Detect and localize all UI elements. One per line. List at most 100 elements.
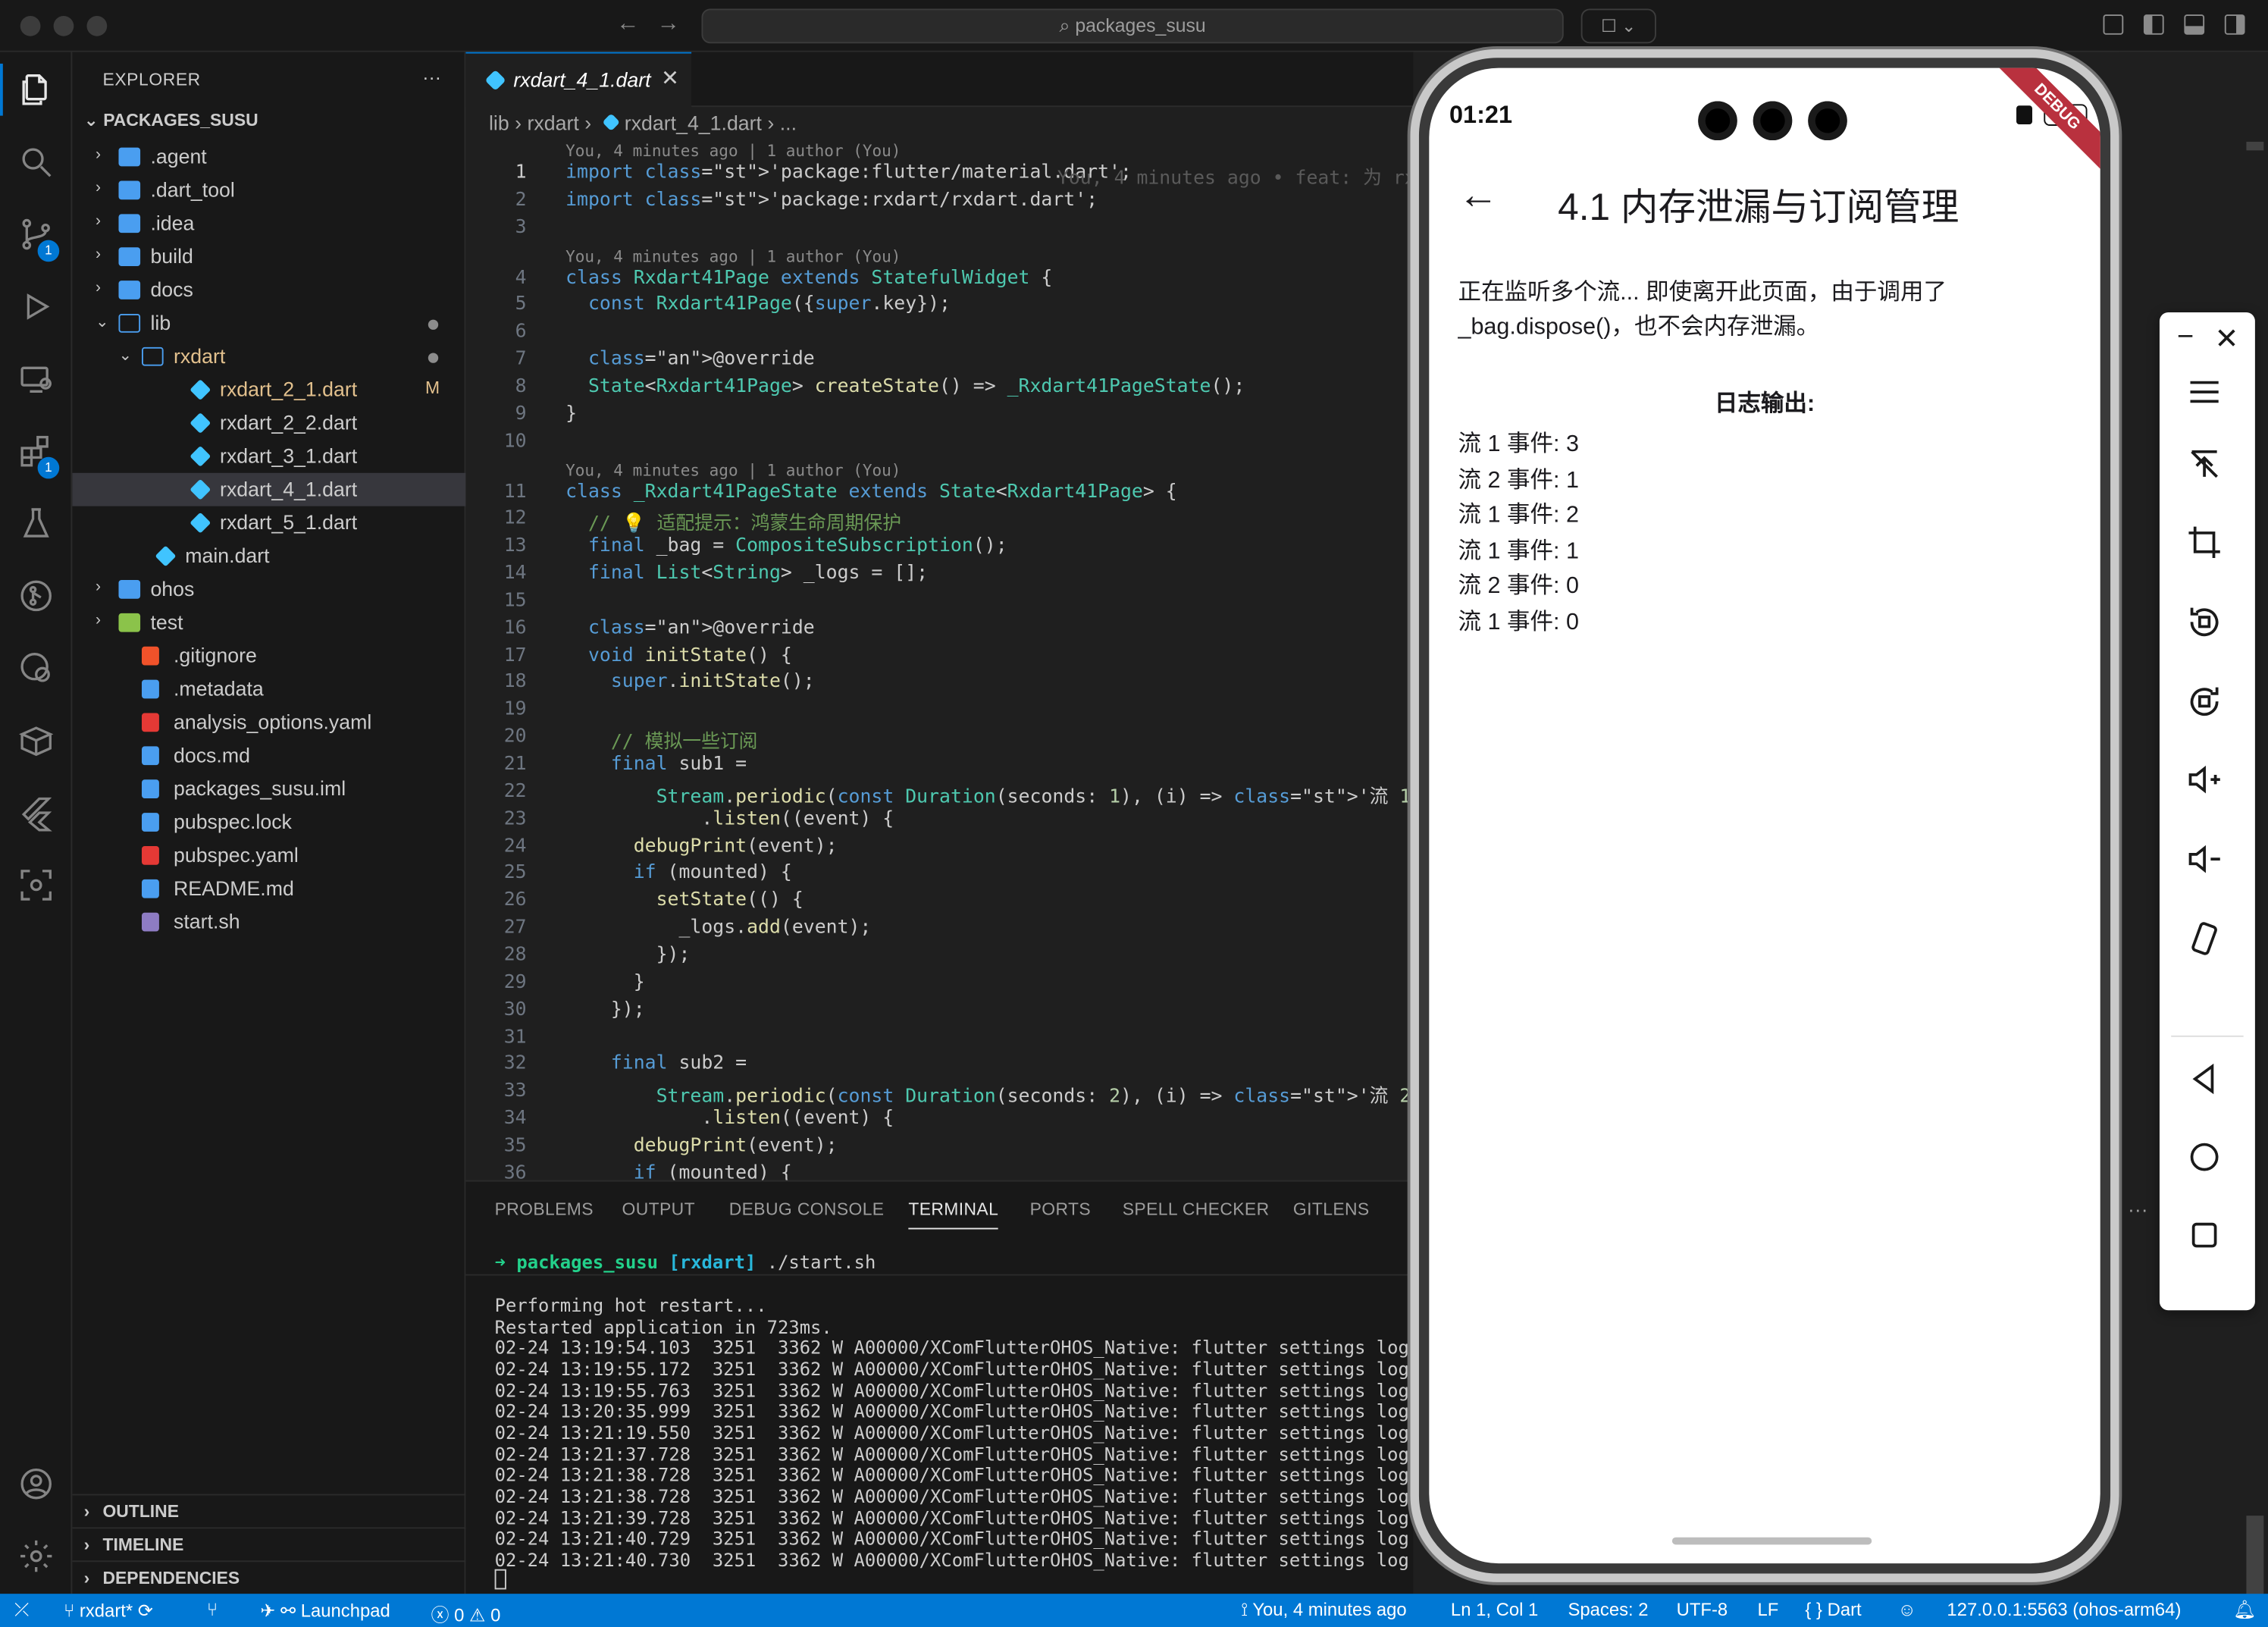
shake-button[interactable] [2185, 920, 2223, 958]
panel-tab-terminal[interactable]: TERMINAL [908, 1199, 999, 1230]
tree-item[interactable]: rxdart_3_1.dart [72, 440, 465, 473]
gitlens-inspect-activity[interactable] [0, 634, 72, 704]
gitlens-activity[interactable] [0, 561, 72, 631]
breadcrumb-rxdart[interactable]: rxdart [527, 111, 578, 135]
nav-back-button[interactable] [2185, 1060, 2223, 1098]
tree-item[interactable]: rxdart_2_2.dart [72, 406, 465, 440]
panel-tab-spell-checker[interactable]: SPELL CHECKER [1123, 1199, 1270, 1219]
rotate-left-button[interactable] [2185, 603, 2223, 641]
eol[interactable]: LF [1757, 1600, 1778, 1620]
branch-indicator[interactable]: ⑂ rxdart* ⟳ [64, 1600, 153, 1622]
panel-scrollbar-thumb[interactable] [2246, 1516, 2264, 1597]
codelens-blame[interactable]: You, 4 minutes ago | 1 author (You) [565, 461, 901, 480]
tree-item[interactable]: .metadata [72, 672, 465, 706]
tree-item[interactable]: rxdart_4_1.dart [72, 472, 466, 506]
close-icon[interactable]: ✕ [2214, 321, 2238, 357]
panel-tab-problems[interactable]: PROBLEMS [495, 1199, 594, 1219]
tree-item[interactable]: ⌄ lib [72, 306, 465, 340]
panel-tab-debug-console[interactable]: DEBUG CONSOLE [729, 1199, 885, 1219]
problems-indicator[interactable]: ⓧ 0 ⚠ 0 [431, 1600, 501, 1627]
encoding[interactable]: UTF-8 [1677, 1600, 1728, 1620]
more-actions-button[interactable]: ··· [422, 67, 441, 89]
copilot-chat-button[interactable]: ☐ ⌄ [1580, 8, 1656, 44]
remote-explorer-activity[interactable] [0, 344, 72, 414]
tree-item[interactable]: › test [72, 606, 465, 639]
run-debug-activity[interactable] [0, 272, 72, 342]
git-blame-item[interactable]: ⟟ You, 4 minutes ago [1241, 1600, 1406, 1622]
home-indicator[interactable] [1671, 1537, 1872, 1545]
command-center-search[interactable]: ⌕ packages_susu [701, 8, 1564, 44]
tree-item[interactable]: main.dart [72, 540, 465, 573]
tree-item[interactable]: ⌄ rxdart [72, 340, 465, 373]
breadcrumb-file[interactable]: rxdart_4_1.dart [625, 111, 762, 135]
panel-tab-ports[interactable]: PORTS [1030, 1199, 1091, 1219]
tree-item[interactable]: docs.md [72, 739, 465, 773]
code-editor[interactable]: You, 4 minutes ago | 1 author (You) 1 impo… [465, 139, 1414, 1180]
device-selector[interactable]: 127.0.0.1:5563 (ohos-arm64) [1947, 1600, 2181, 1620]
forward-arrow-icon[interactable]: → [656, 11, 680, 37]
codelens-blame[interactable]: You, 4 minutes ago | 1 author (You) [565, 142, 901, 161]
tab-rxdart-4-1[interactable]: rxdart_4_1.dart ✕ [465, 52, 692, 108]
launchpad-item[interactable]: ✈ ⚯ Launchpad [260, 1600, 390, 1622]
tree-item[interactable]: rxdart_2_1.dart M [72, 373, 465, 406]
tree-item[interactable]: start.sh [72, 905, 465, 939]
back-arrow-icon[interactable]: ← [616, 11, 640, 37]
rotate-right-button[interactable] [2185, 682, 2223, 720]
indentation[interactable]: Spaces: 2 [1568, 1600, 1648, 1620]
toggle-secondary-sidebar-icon[interactable] [2224, 14, 2245, 35]
layout-customize-icon[interactable] [2103, 14, 2124, 35]
toggle-panel-icon[interactable] [2184, 14, 2205, 35]
tree-item[interactable]: .gitignore [72, 639, 465, 672]
volume-up-button[interactable] [2185, 760, 2223, 798]
inline-blame[interactable]: You, 4 minutes ago • feat: 为 rx [1057, 162, 1413, 190]
panel-more-icon[interactable]: ··· [2128, 1197, 2148, 1221]
tree-item[interactable]: rxdart_5_1.dart [72, 506, 465, 540]
flutter-activity[interactable] [0, 778, 72, 848]
language-mode[interactable]: { } Dart [1805, 1600, 1861, 1620]
extensions-activity[interactable]: 1 [0, 416, 72, 486]
search-activity[interactable] [0, 127, 72, 197]
timeline-section[interactable]: › TIMELINE [72, 1527, 466, 1559]
breadcrumb-lib[interactable]: lib [489, 111, 509, 135]
back-arrow-icon[interactable]: ← [1458, 172, 1498, 218]
minimize-icon[interactable]: − [2177, 321, 2194, 354]
tree-item[interactable]: › .agent [72, 140, 465, 174]
close-tab-icon[interactable]: ✕ [661, 65, 679, 91]
workspace-root[interactable]: ⌄ PACKAGES_SUSU [84, 110, 258, 130]
toggle-sidebar-icon[interactable] [2143, 14, 2164, 35]
containers-activity[interactable] [0, 706, 72, 776]
breadcrumb-symbol[interactable]: ... [780, 111, 797, 135]
explorer-activity[interactable] [0, 55, 72, 124]
copilot-icon[interactable]: ☺ [1898, 1600, 1916, 1620]
volume-down-button[interactable] [2185, 840, 2223, 878]
tree-item[interactable]: › .idea [72, 207, 465, 240]
scrollbar-thumb[interactable] [2246, 141, 2264, 151]
nav-home-button[interactable] [2185, 1138, 2223, 1176]
pin-top-button[interactable] [2185, 446, 2223, 484]
menu-button[interactable] [2185, 373, 2223, 411]
tree-item[interactable]: › ohos [72, 572, 465, 606]
testing-activity[interactable] [0, 489, 72, 559]
outline-section[interactable]: › OUTLINE [72, 1494, 466, 1526]
tree-item[interactable]: analysis_options.yaml [72, 706, 465, 739]
accounts-activity[interactable] [0, 1449, 72, 1519]
tree-item[interactable]: pubspec.yaml [72, 839, 465, 872]
close-window-button[interactable] [20, 15, 41, 36]
cursor-position[interactable]: Ln 1, Col 1 [1451, 1600, 1538, 1620]
dependencies-section[interactable]: › DEPENDENCIES [72, 1560, 466, 1592]
terminal-output[interactable]: Performing hot restart... Restarted appli… [465, 1294, 1413, 1595]
nav-recents-button[interactable] [2185, 1216, 2223, 1254]
codelens-blame[interactable]: You, 4 minutes ago | 1 author (You) [565, 246, 901, 265]
tree-item[interactable]: › .dart_tool [72, 174, 465, 207]
git-graph-icon[interactable]: ⑂ [207, 1600, 218, 1620]
tree-item[interactable]: › build [72, 240, 465, 274]
tree-item[interactable]: packages_susu.iml [72, 773, 465, 806]
minimize-window-button[interactable] [53, 15, 74, 36]
panel-tab-gitlens[interactable]: GITLENS [1293, 1199, 1370, 1219]
manage-activity[interactable] [0, 1522, 72, 1591]
tree-item[interactable]: README.md [72, 872, 465, 905]
zoom-window-button[interactable] [86, 15, 108, 36]
scan-activity[interactable] [0, 851, 72, 920]
notifications-bell-icon[interactable]: 🔔︎ [2233, 1600, 2256, 1622]
remote-indicator-icon[interactable]: ⤫ [14, 1600, 29, 1622]
